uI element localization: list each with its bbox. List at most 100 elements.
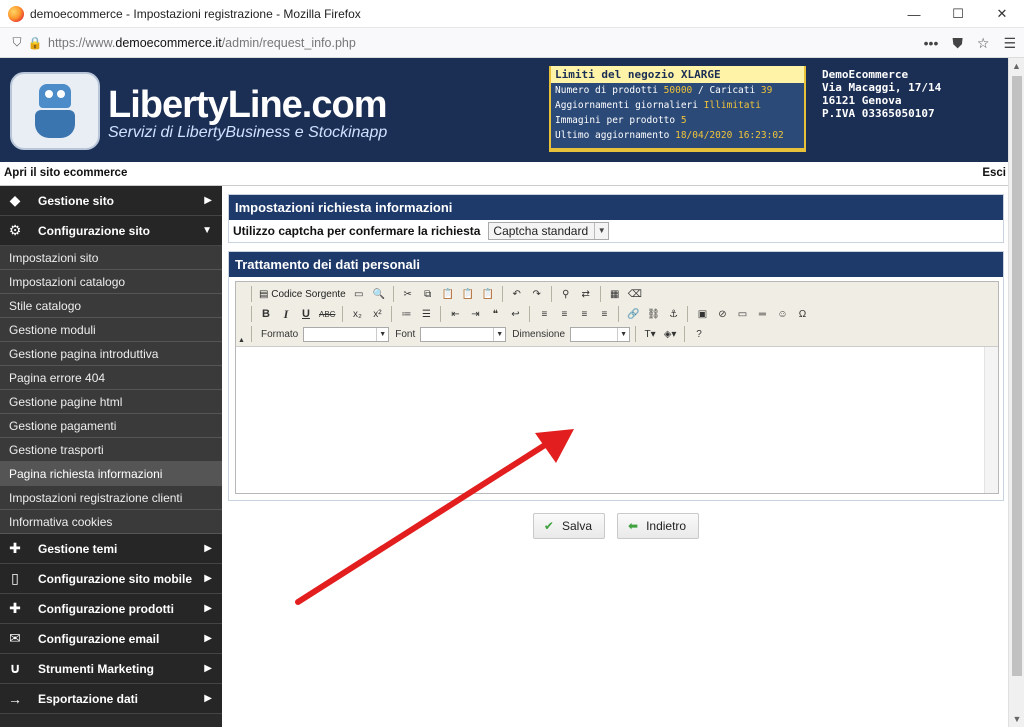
- sidebar-item-configurazione-email[interactable]: ✉ Configurazione email ▶: [0, 624, 222, 654]
- cut-icon[interactable]: ✂: [399, 285, 417, 303]
- sidebar-subitem[interactable]: Gestione pagina introduttiva: [0, 342, 222, 366]
- help-icon[interactable]: ?: [690, 325, 708, 343]
- align-center-icon[interactable]: ≡: [555, 305, 573, 323]
- new-page-icon[interactable]: ▭: [350, 285, 368, 303]
- store-limits-box: Limiti del negozio XLARGE Numero di prod…: [549, 66, 806, 152]
- div-icon[interactable]: ↩: [506, 305, 524, 323]
- paste-word-icon[interactable]: 📋: [479, 285, 497, 303]
- puzzle-icon: ✚: [9, 600, 21, 616]
- horizontal-rule-icon[interactable]: ═: [753, 305, 771, 323]
- image-icon[interactable]: ▣: [693, 305, 711, 323]
- paste-text-icon[interactable]: 📋: [459, 285, 477, 303]
- bold-button[interactable]: B: [257, 305, 275, 323]
- editor-content-area[interactable]: [236, 347, 998, 493]
- sidebar-subitem[interactable]: Stile catalogo: [0, 294, 222, 318]
- source-button[interactable]: ▤ Codice Sorgente: [257, 285, 348, 303]
- find-icon[interactable]: ⚲: [557, 285, 575, 303]
- url-input[interactable]: https://www.demoecommerce.it/admin/reque…: [48, 36, 356, 50]
- font-select[interactable]: ▼: [420, 326, 507, 342]
- editor-scrollbar[interactable]: [984, 347, 998, 493]
- select-all-icon[interactable]: ▦: [606, 285, 624, 303]
- save-button[interactable]: ✔ Salva: [532, 513, 605, 539]
- replace-icon[interactable]: ⇄: [577, 285, 595, 303]
- indent-icon[interactable]: ⇥: [466, 305, 484, 323]
- bookmark-star-icon[interactable]: ☆: [977, 35, 990, 52]
- tracking-shield-icon[interactable]: ⛉: [8, 35, 26, 50]
- smiley-icon[interactable]: ☺: [773, 305, 791, 323]
- unlink-icon[interactable]: ⛓: [644, 305, 662, 323]
- bg-color-icon[interactable]: ◈▾: [661, 325, 679, 343]
- outdent-icon[interactable]: ⇤: [446, 305, 464, 323]
- blockquote-icon[interactable]: ❝: [486, 305, 504, 323]
- strikethrough-icon[interactable]: ABC: [317, 305, 337, 323]
- table-icon[interactable]: ▭: [733, 305, 751, 323]
- collapse-toolbar-icon[interactable]: ▲: [238, 337, 245, 344]
- magnet-icon: ∪: [9, 660, 21, 676]
- sidebar-subitem[interactable]: Pagina richiesta informazioni: [0, 462, 222, 486]
- justify-icon[interactable]: ≡: [595, 305, 613, 323]
- sidebar-subitem[interactable]: Impostazioni sito: [0, 246, 222, 270]
- maximize-icon[interactable]: ☐: [936, 0, 980, 28]
- scroll-down-icon[interactable]: ▼: [1009, 711, 1024, 727]
- format-select[interactable]: ▼: [303, 326, 390, 342]
- scroll-up-icon[interactable]: ▲: [1009, 58, 1024, 74]
- align-left-icon[interactable]: ≡: [535, 305, 553, 323]
- sidebar-subitem[interactable]: Gestione pagamenti: [0, 414, 222, 438]
- more-actions-icon[interactable]: •••: [924, 35, 939, 51]
- top-nav: Apri il sito ecommerce Esci: [0, 162, 1008, 186]
- unordered-list-icon[interactable]: ☰: [417, 305, 435, 323]
- captcha-select[interactable]: Captcha standard ▼: [488, 222, 610, 240]
- open-site-link[interactable]: Apri il sito ecommerce: [4, 167, 127, 179]
- sidebar-item-configurazione-prodotti[interactable]: ✚ Configurazione prodotti ▶: [0, 594, 222, 624]
- back-button[interactable]: ⬅ Indietro: [617, 513, 700, 539]
- window-title: demoecommerce - Impostazioni registrazio…: [30, 6, 361, 21]
- rich-text-editor: ▤ Codice Sorgente ▭ 🔍 ✂ ⧉ 📋 📋 📋 ↶ ↷ ⚲ ⇄ …: [235, 281, 999, 494]
- ordered-list-icon[interactable]: ≔: [397, 305, 415, 323]
- main-content: Impostazioni richiesta informazioni Util…: [222, 186, 1008, 727]
- sidebar-subitem[interactable]: Gestione pagine html: [0, 390, 222, 414]
- undo-icon[interactable]: ↶: [508, 285, 526, 303]
- subscript-icon[interactable]: x₂: [348, 305, 366, 323]
- close-icon[interactable]: ✕: [980, 0, 1024, 28]
- browser-titlebar: demoecommerce - Impostazioni registrazio…: [0, 0, 1024, 28]
- size-select[interactable]: ▼: [570, 326, 631, 342]
- pocket-icon[interactable]: ⛊: [952, 35, 963, 52]
- italic-button[interactable]: I: [277, 305, 295, 323]
- sidebar-item-configurazione-sito-mobile[interactable]: ▯ Configurazione sito mobile ▶: [0, 564, 222, 594]
- sidebar-subitem[interactable]: Impostazioni catalogo: [0, 270, 222, 294]
- limits-row: Immagini per prodotto 5: [555, 115, 687, 126]
- page-viewport: LibertyLine.com Servizi di LibertyBusine…: [0, 58, 1008, 727]
- robot-logo-icon: [10, 72, 100, 150]
- minimize-icon[interactable]: —: [892, 0, 936, 28]
- sidebar-subitem[interactable]: Impostazioni registrazione clienti: [0, 486, 222, 510]
- flash-icon[interactable]: ⊘: [713, 305, 731, 323]
- sidebar-subitem[interactable]: Gestione moduli: [0, 318, 222, 342]
- menu-icon[interactable]: ☰: [1003, 35, 1016, 52]
- copy-icon[interactable]: ⧉: [419, 285, 437, 303]
- chevron-right-icon: ▶: [204, 663, 212, 674]
- sidebar-item-gestione-sito[interactable]: ◆ Gestione sito ▶: [0, 186, 222, 216]
- exit-link[interactable]: Esci: [982, 167, 1006, 179]
- anchor-icon[interactable]: ⚓: [664, 305, 682, 323]
- superscript-icon[interactable]: x²: [368, 305, 386, 323]
- lock-icon[interactable]: 🔒: [26, 36, 44, 50]
- sidebar-subitem[interactable]: Pagina errore 404: [0, 366, 222, 390]
- sidebar-subitem[interactable]: Gestione trasporti: [0, 438, 222, 462]
- page-scrollbar[interactable]: ▲ ▼: [1008, 58, 1024, 727]
- scroll-thumb[interactable]: [1012, 76, 1022, 676]
- chevron-down-icon: ▼: [202, 225, 212, 236]
- underline-button[interactable]: U: [297, 305, 315, 323]
- eraser-icon[interactable]: ⌫: [626, 285, 644, 303]
- sidebar-item-esportazione-dati[interactable]: → Esportazione dati ▶: [0, 684, 222, 714]
- sidebar-subitem[interactable]: Informativa cookies: [0, 510, 222, 534]
- redo-icon[interactable]: ↷: [528, 285, 546, 303]
- text-color-icon[interactable]: T▾: [641, 325, 659, 343]
- link-icon[interactable]: 🔗: [624, 305, 642, 323]
- sidebar-item-gestione-temi[interactable]: ✚ Gestione temi ▶: [0, 534, 222, 564]
- preview-icon[interactable]: 🔍: [370, 285, 388, 303]
- sidebar-item-strumenti-marketing[interactable]: ∪ Strumenti Marketing ▶: [0, 654, 222, 684]
- paste-icon[interactable]: 📋: [439, 285, 457, 303]
- sidebar-item-configurazione-sito[interactable]: ⚙ Configurazione sito ▼: [0, 216, 222, 246]
- special-char-icon[interactable]: Ω: [793, 305, 811, 323]
- align-right-icon[interactable]: ≡: [575, 305, 593, 323]
